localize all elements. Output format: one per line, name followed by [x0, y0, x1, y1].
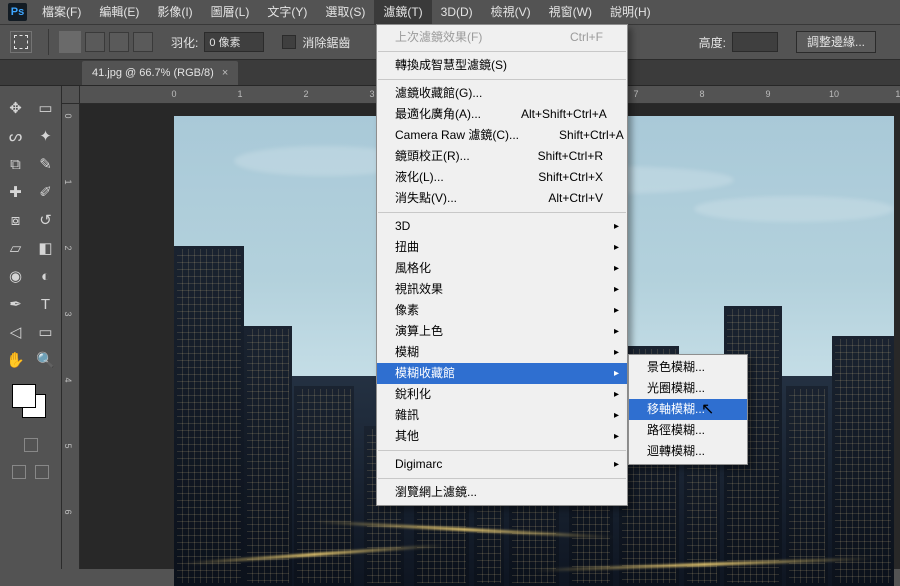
marquee-tool-preset[interactable] — [10, 31, 32, 53]
menuitem-其他[interactable]: 其他 — [377, 426, 627, 447]
refine-edge-button[interactable]: 調整邊緣... — [796, 31, 876, 53]
menu-選取[interactable]: 選取(S) — [316, 0, 374, 24]
close-icon[interactable]: × — [222, 61, 228, 85]
blur-gallery-submenu[interactable]: 景色模糊...光圈模糊...移軸模糊...路徑模糊...迴轉模糊... — [628, 354, 748, 465]
app-logo: Ps — [8, 3, 27, 21]
document-tab[interactable]: 41.jpg @ 66.7% (RGB/8) × — [82, 61, 238, 85]
lasso-tool[interactable]: ᔕ — [4, 124, 28, 148]
menu-文字[interactable]: 文字(Y) — [258, 0, 316, 24]
brush-tool[interactable]: ✐ — [34, 180, 58, 204]
menuitem-風格化[interactable]: 風格化 — [377, 258, 627, 279]
type-tool[interactable]: T — [34, 292, 58, 316]
heal-tool[interactable]: ✚ — [4, 180, 28, 204]
menuitem-移軸模糊[interactable]: 移軸模糊... — [629, 399, 747, 420]
history-tool[interactable]: ↺ — [34, 208, 58, 232]
antialias-checkbox[interactable] — [282, 35, 296, 49]
menuitem-模糊收藏館[interactable]: 模糊收藏館 — [377, 363, 627, 384]
screenmode-2-icon[interactable] — [35, 465, 49, 479]
height-label: 高度: — [699, 34, 726, 51]
menuitem-演算上色[interactable]: 演算上色 — [377, 321, 627, 342]
menuitem-Digimarc[interactable]: Digimarc — [377, 454, 627, 475]
antialias-label: 消除鋸齒 — [302, 34, 350, 51]
gradient-tool[interactable]: ◧ — [34, 236, 58, 260]
menu-3d[interactable]: 3D(D) — [432, 0, 482, 24]
ruler-origin[interactable] — [62, 86, 80, 104]
menuitem-3D[interactable]: 3D — [377, 216, 627, 237]
height-input[interactable] — [732, 32, 778, 52]
menuitem-銳利化[interactable]: 銳利化 — [377, 384, 627, 405]
menuitem-迴轉模糊[interactable]: 迴轉模糊... — [629, 441, 747, 462]
menu-濾鏡[interactable]: 濾鏡(T) — [374, 0, 431, 24]
eraser-tool[interactable]: ▱ — [4, 236, 28, 260]
color-swatches[interactable] — [12, 384, 50, 422]
menuitem-濾鏡收藏館G[interactable]: 濾鏡收藏館(G)... — [377, 83, 627, 104]
menuitem-模糊[interactable]: 模糊 — [377, 342, 627, 363]
menu-視窗[interactable]: 視窗(W) — [540, 0, 601, 24]
menuitem-上次濾鏡效果F: 上次濾鏡效果(F)Ctrl+F — [377, 27, 627, 48]
stamp-tool[interactable]: ⧇ — [4, 208, 28, 232]
menuitem-光圈模糊[interactable]: 光圈模糊... — [629, 378, 747, 399]
menuitem-消失點V[interactable]: 消失點(V)...Alt+Ctrl+V — [377, 188, 627, 209]
menu-檔案[interactable]: 檔案(F) — [33, 0, 90, 24]
ruler-vertical[interactable]: 0123456 — [62, 104, 80, 569]
dodge-tool[interactable]: ◐ — [34, 264, 58, 288]
feather-label: 羽化: — [171, 34, 198, 51]
menuitem-像素[interactable]: 像素 — [377, 300, 627, 321]
document-tab-title: 41.jpg @ 66.7% (RGB/8) — [92, 61, 214, 85]
menuitem-CameraRaw濾鏡C[interactable]: Camera Raw 濾鏡(C)...Shift+Ctrl+A — [377, 125, 627, 146]
menuitem-最適化廣角A[interactable]: 最適化廣角(A)...Alt+Shift+Ctrl+A — [377, 104, 627, 125]
wand-tool[interactable]: ✦ — [34, 124, 58, 148]
blur-tool[interactable]: ◉ — [4, 264, 28, 288]
menuitem-景色模糊[interactable]: 景色模糊... — [629, 357, 747, 378]
foreground-color[interactable] — [12, 384, 36, 408]
feather-input[interactable] — [204, 32, 264, 52]
menubar: Ps 檔案(F)編輯(E)影像(I)圖層(L)文字(Y)選取(S)濾鏡(T)3D… — [0, 0, 900, 24]
selection-mode-subtract[interactable] — [109, 32, 129, 52]
menu-說明[interactable]: 說明(H) — [601, 0, 660, 24]
path-tool[interactable]: ◁ — [4, 320, 28, 344]
selection-mode-intersect[interactable] — [133, 32, 153, 52]
zoom-tool[interactable]: 🔍 — [34, 348, 58, 372]
menu-divider — [378, 450, 626, 451]
crop-tool[interactable]: ⧉ — [4, 152, 28, 176]
eyedrop-tool[interactable]: ✎ — [34, 152, 58, 176]
filter-menu[interactable]: 上次濾鏡效果(F)Ctrl+F 轉換成智慧型濾鏡(S) 濾鏡收藏館(G)...最適化… — [376, 24, 628, 506]
move-tool[interactable]: ✥ — [4, 96, 28, 120]
menu-divider — [378, 51, 626, 52]
menu-編輯[interactable]: 編輯(E) — [90, 0, 148, 24]
selection-mode-new[interactable] — [59, 31, 81, 53]
menuitem-瀏覽網上濾鏡[interactable]: 瀏覽網上濾鏡... — [377, 482, 627, 503]
menu-影像[interactable]: 影像(I) — [148, 0, 201, 24]
screenmode-icon[interactable] — [12, 465, 26, 479]
menu-檢視[interactable]: 檢視(V) — [482, 0, 540, 24]
tool-panel: ✥▭ᔕ✦⧉✎✚✐⧇↺▱◧◉◐✒T◁▭✋🔍 — [0, 86, 62, 569]
menuitem-液化L[interactable]: 液化(L)...Shift+Ctrl+X — [377, 167, 627, 188]
menu-divider — [378, 212, 626, 213]
quickmask-icon[interactable] — [24, 438, 38, 452]
menu-圖層[interactable]: 圖層(L) — [202, 0, 259, 24]
menu-divider — [378, 478, 626, 479]
menuitem-鏡頭校正R[interactable]: 鏡頭校正(R)...Shift+Ctrl+R — [377, 146, 627, 167]
pen-tool[interactable]: ✒ — [4, 292, 28, 316]
marquee-tool[interactable]: ▭ — [34, 96, 58, 120]
menuitem-雜訊[interactable]: 雜訊 — [377, 405, 627, 426]
shape-tool[interactable]: ▭ — [34, 320, 58, 344]
menuitem-視訊效果[interactable]: 視訊效果 — [377, 279, 627, 300]
hand-tool[interactable]: ✋ — [4, 348, 28, 372]
menu-divider — [378, 79, 626, 80]
menuitem-扭曲[interactable]: 扭曲 — [377, 237, 627, 258]
menuitem-轉換成智慧型濾鏡S[interactable]: 轉換成智慧型濾鏡(S) — [377, 55, 627, 76]
menuitem-路徑模糊[interactable]: 路徑模糊... — [629, 420, 747, 441]
selection-mode-add[interactable] — [85, 32, 105, 52]
